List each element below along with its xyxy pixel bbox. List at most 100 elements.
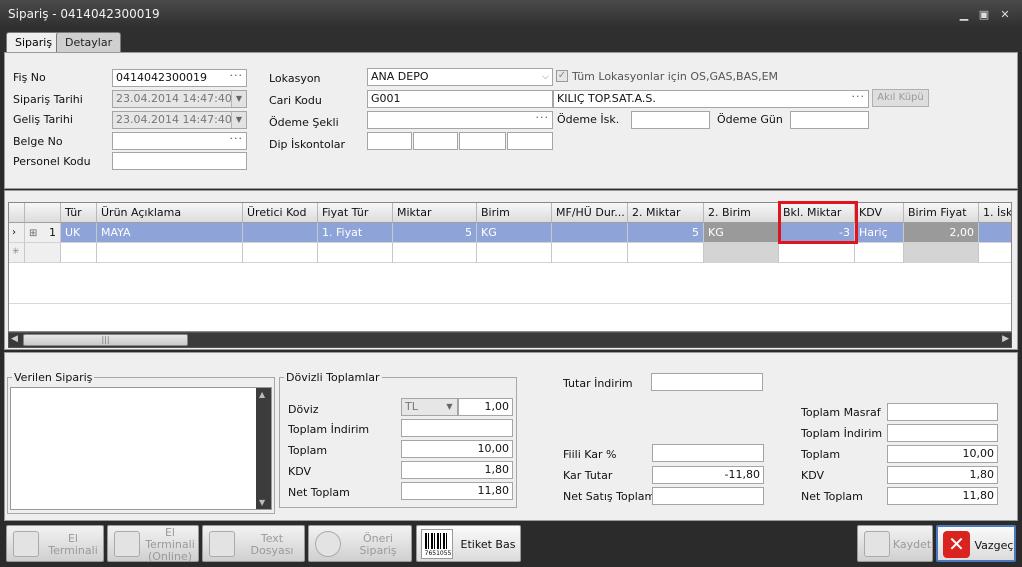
grid-header-2-birim[interactable]: 2. Birim bbox=[704, 203, 779, 223]
cell-mfhu[interactable] bbox=[552, 223, 628, 243]
tum-lokasyonlar-checkbox[interactable]: ✓ bbox=[556, 70, 568, 82]
new-row-cell[interactable] bbox=[779, 243, 855, 263]
cell-birim[interactable]: KG bbox=[477, 223, 552, 243]
odeme-sekli-field[interactable]: ··· bbox=[367, 111, 553, 129]
ellipsis-icon[interactable]: ··· bbox=[852, 91, 866, 105]
new-row-cell[interactable] bbox=[628, 243, 704, 263]
scroll-right-icon[interactable]: ▶ bbox=[1002, 334, 1009, 344]
toplam-masraf-field[interactable] bbox=[887, 403, 998, 421]
new-row-cell[interactable] bbox=[904, 243, 979, 263]
fiili-kar-field[interactable] bbox=[652, 444, 764, 462]
grid-header-birim[interactable]: Birim bbox=[477, 203, 552, 223]
new-row-cell[interactable] bbox=[97, 243, 243, 263]
gelis-tarihi-field[interactable]: 23.04.2014 14:47:40 ▼ bbox=[112, 111, 247, 129]
grid-header-tur[interactable]: Tür bbox=[61, 203, 97, 223]
grid-header-isk1[interactable]: 1. İsk bbox=[979, 203, 1011, 223]
cell-miktar[interactable]: 5 bbox=[393, 223, 477, 243]
scroll-left-icon[interactable]: ◀ bbox=[11, 334, 18, 344]
tab-detaylar[interactable]: Detaylar bbox=[56, 32, 122, 52]
grid-header-birim-fiyat[interactable]: Birim Fiyat bbox=[904, 203, 979, 223]
ellipsis-icon[interactable]: ··· bbox=[230, 70, 244, 84]
new-row-cell[interactable] bbox=[477, 243, 552, 263]
odeme-isk-field[interactable] bbox=[631, 111, 710, 129]
scroll-down-icon[interactable]: ▼ bbox=[259, 498, 265, 507]
cell-2-miktar[interactable]: 5 bbox=[628, 223, 704, 243]
grid-header-fiyat-tur[interactable]: Fiyat Tür bbox=[318, 203, 393, 223]
ellipsis-icon[interactable]: ··· bbox=[230, 133, 244, 147]
new-row-cell[interactable] bbox=[393, 243, 477, 263]
dovizli-toplam-field[interactable]: 10,00 bbox=[401, 440, 513, 458]
ellipsis-icon[interactable]: ··· bbox=[536, 112, 550, 126]
new-row-cell[interactable] bbox=[704, 243, 779, 263]
akil-kupu-button[interactable]: Akıl Küpü bbox=[872, 89, 929, 107]
grid-header-urun-aciklama[interactable]: Ürün Açıklama bbox=[97, 203, 243, 223]
cell-kdv[interactable]: Hariç bbox=[855, 223, 904, 243]
grid-header-mfhu[interactable]: MF/HÜ Dur... bbox=[552, 203, 628, 223]
chevron-down-icon[interactable]: ⌵ bbox=[542, 69, 549, 85]
net-satis-toplam-field[interactable] bbox=[652, 487, 764, 505]
cell-tur[interactable]: UK bbox=[61, 223, 97, 243]
belge-no-field[interactable]: ··· bbox=[112, 132, 247, 150]
new-row-number-cell[interactable] bbox=[25, 243, 61, 263]
lokasyon-select[interactable]: ANA DEPO ⌵ bbox=[367, 68, 553, 86]
expand-icon[interactable]: ⊞ bbox=[29, 228, 37, 239]
new-row-icon[interactable]: ✳ bbox=[9, 243, 25, 263]
cell-2-birim[interactable]: KG bbox=[704, 223, 779, 243]
cari-kodu-field[interactable]: G001 bbox=[367, 90, 553, 108]
dovizli-kdv-field[interactable]: 1,80 bbox=[401, 461, 513, 479]
scroll-up-icon[interactable]: ▲ bbox=[259, 390, 265, 399]
chevron-down-icon[interactable]: ▼ bbox=[231, 112, 246, 128]
row-indicator-icon[interactable]: › bbox=[9, 223, 25, 243]
cell-fiyat-tur[interactable]: 1. Fiyat bbox=[318, 223, 393, 243]
cari-adi-field[interactable]: KILIÇ TOP.SAT.A.S. ··· bbox=[553, 90, 869, 108]
table-row-number-cell[interactable]: ⊞ 1 bbox=[25, 223, 61, 243]
new-row-cell[interactable] bbox=[552, 243, 628, 263]
minimize-icon[interactable]: ▁ bbox=[957, 8, 971, 22]
personel-kodu-field[interactable] bbox=[112, 152, 247, 170]
dip-iskonto-3-field[interactable] bbox=[459, 132, 506, 150]
new-row-cell[interactable] bbox=[979, 243, 1011, 263]
cell-urun-aciklama[interactable]: MAYA bbox=[97, 223, 243, 243]
odeme-gun-field[interactable] bbox=[790, 111, 869, 129]
doviz-currency-select[interactable]: TL ▼ bbox=[401, 398, 458, 416]
new-row-cell[interactable] bbox=[243, 243, 318, 263]
maximize-icon[interactable]: ▣ bbox=[977, 8, 991, 22]
dip-iskonto-4-field[interactable] bbox=[507, 132, 553, 150]
new-row-cell[interactable] bbox=[855, 243, 904, 263]
tab-siparis[interactable]: Sipariş bbox=[6, 32, 62, 52]
oneri-siparis-button[interactable]: Öneri Sipariş bbox=[308, 525, 412, 562]
kdv-field[interactable]: 1,80 bbox=[887, 466, 998, 484]
toplam-indirim-field[interactable] bbox=[887, 424, 998, 442]
el-terminali-online-button[interactable]: El Terminali (Online) bbox=[107, 525, 199, 562]
siparis-tarihi-field[interactable]: 23.04.2014 14:47:40 ▼ bbox=[112, 90, 247, 108]
net-toplam-field[interactable]: 11,80 bbox=[887, 487, 998, 505]
text-dosyasi-button[interactable]: Text Dosyası bbox=[202, 525, 305, 562]
vazgec-button[interactable]: ✕ Vazgeç bbox=[936, 525, 1016, 562]
etiket-bas-button[interactable]: 7651055 Etiket Bas bbox=[416, 525, 521, 562]
kar-tutar-field[interactable]: -11,80 bbox=[652, 466, 764, 484]
scrollbar-thumb[interactable]: ||| bbox=[23, 334, 188, 346]
new-row-cell[interactable] bbox=[61, 243, 97, 263]
chevron-down-icon[interactable]: ▼ bbox=[231, 91, 246, 107]
dovizli-net-toplam-field[interactable]: 11,80 bbox=[401, 482, 513, 500]
new-row-cell[interactable] bbox=[318, 243, 393, 263]
grid-header-uretici-kod[interactable]: Üretici Kod bbox=[243, 203, 318, 223]
tutar-indirim-field[interactable] bbox=[651, 373, 763, 391]
grid-header-kdv[interactable]: KDV bbox=[855, 203, 904, 223]
fis-no-field[interactable]: 0414042300019 ··· bbox=[112, 69, 247, 87]
order-lines-grid[interactable]: Tür Ürün Açıklama Üretici Kod Fiyat Tür … bbox=[8, 202, 1012, 332]
kaydet-button[interactable]: Kaydet bbox=[857, 525, 933, 562]
close-icon[interactable]: ✕ bbox=[998, 8, 1012, 22]
dip-iskonto-2-field[interactable] bbox=[413, 132, 458, 150]
cell-birim-fiyat[interactable]: 2,00 bbox=[904, 223, 979, 243]
el-terminali-button[interactable]: El Terminali bbox=[6, 525, 104, 562]
grid-header-miktar[interactable]: Miktar bbox=[393, 203, 477, 223]
dovizli-toplam-indirim-field[interactable] bbox=[401, 419, 513, 437]
grid-horizontal-scrollbar[interactable]: ◀ ||| ▶ bbox=[8, 332, 1012, 348]
doviz-rate-field[interactable]: 1,00 bbox=[458, 398, 513, 416]
toplam-field[interactable]: 10,00 bbox=[887, 445, 998, 463]
dip-iskonto-1-field[interactable] bbox=[367, 132, 412, 150]
memo-scrollbar[interactable]: ▲ ▼ bbox=[256, 388, 271, 509]
chevron-down-icon[interactable]: ▼ bbox=[442, 399, 457, 415]
verilen-siparis-memo[interactable]: ▲ ▼ bbox=[10, 387, 272, 510]
